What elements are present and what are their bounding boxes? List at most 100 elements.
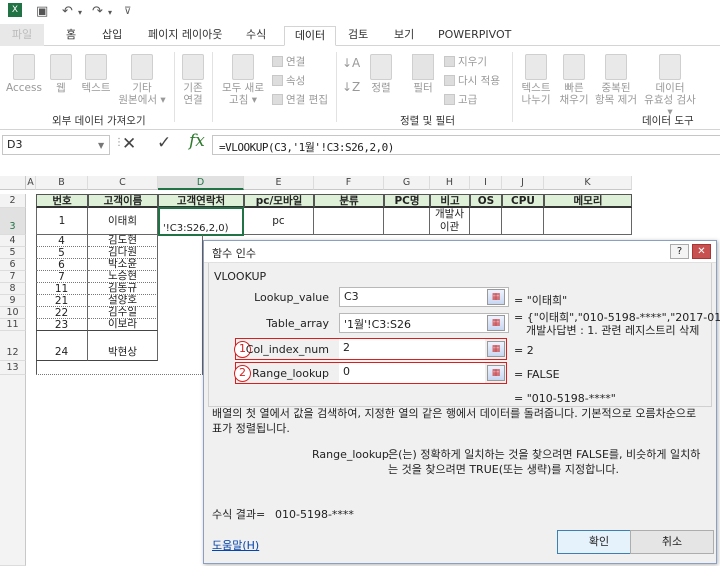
- sort-button[interactable]: 정렬: [366, 54, 396, 94]
- text-to-columns-button[interactable]: 텍스트 나누기: [516, 54, 556, 106]
- column-header-f[interactable]: F: [314, 176, 384, 190]
- tab-formulas[interactable]: 수식: [240, 26, 272, 46]
- cell-name[interactable]: 이보라: [88, 317, 158, 331]
- cell-h3[interactable]: 개발사 이관: [430, 208, 470, 235]
- header-cell-os[interactable]: OS: [470, 194, 502, 208]
- tab-review[interactable]: 검토: [342, 26, 374, 46]
- formula-input[interactable]: =VLOOKUP(C3,'1월'!C3:S26,2,0): [212, 135, 720, 155]
- column-header-h[interactable]: H: [430, 176, 470, 190]
- data-validation-button[interactable]: 데이터 유효성 검사 ▾: [640, 54, 700, 118]
- access-button[interactable]: Access: [6, 54, 42, 94]
- row-header-7[interactable]: 7: [0, 271, 26, 283]
- cell-f3[interactable]: [314, 208, 384, 235]
- name-box-dropdown-icon[interactable]: ▼: [98, 141, 104, 150]
- help-link[interactable]: 도움말(H): [212, 537, 259, 553]
- range-lookup-input[interactable]: 0: [339, 363, 485, 383]
- header-cell-category[interactable]: 분류: [314, 194, 384, 208]
- close-icon[interactable]: ✕: [692, 244, 711, 259]
- column-header-e[interactable]: E: [244, 176, 314, 190]
- cancel-icon[interactable]: ✕: [122, 134, 136, 154]
- cell-e3[interactable]: pc: [244, 208, 314, 235]
- header-cell-device[interactable]: pc/모바일: [244, 194, 314, 208]
- ok-button[interactable]: 확인: [557, 530, 641, 554]
- customize-qat-icon[interactable]: ⊽: [124, 6, 131, 17]
- collapse-dialog-icon[interactable]: ▦: [487, 341, 505, 357]
- cell-c3[interactable]: 이태희: [88, 208, 158, 235]
- insert-function-icon[interactable]: fx: [189, 131, 205, 151]
- collapse-dialog-icon[interactable]: ▦: [487, 315, 505, 331]
- reapply-button[interactable]: 다시 적용: [444, 73, 500, 88]
- row-header-8[interactable]: 8: [0, 283, 26, 295]
- cell-g3[interactable]: [384, 208, 430, 235]
- row-header-9[interactable]: 9: [0, 295, 26, 307]
- column-header-j[interactable]: J: [502, 176, 544, 190]
- cell-num[interactable]: 11: [36, 283, 88, 295]
- sort-asc-icon[interactable]: ↓A: [342, 56, 360, 70]
- cell-num[interactable]: 6: [36, 259, 88, 271]
- cell-b3[interactable]: 1: [36, 208, 88, 235]
- enter-icon[interactable]: ✓: [157, 133, 171, 153]
- table-array-input[interactable]: '1월'!C3:S26: [339, 313, 509, 333]
- clear-button[interactable]: 지우기: [444, 54, 487, 69]
- tab-view[interactable]: 보기: [388, 26, 420, 46]
- header-cell-note[interactable]: 비고: [430, 194, 470, 208]
- tab-file[interactable]: 파일: [0, 24, 44, 46]
- header-cell-name[interactable]: 고객이름: [88, 194, 158, 208]
- header-cell-memory[interactable]: 메모리: [544, 194, 632, 208]
- header-cell-pcname[interactable]: PC명: [384, 194, 430, 208]
- row-header-10[interactable]: 10: [0, 307, 26, 319]
- name-box[interactable]: D3: [2, 135, 110, 155]
- tab-page-layout[interactable]: 페이지 레이아웃: [142, 26, 228, 46]
- cell-i3[interactable]: [470, 208, 502, 235]
- cell-name[interactable]: 박현상: [88, 331, 158, 361]
- other-sources-button[interactable]: 기타 원본에서 ▾: [114, 54, 170, 106]
- redo-dropdown-icon[interactable]: ▾: [108, 8, 112, 17]
- column-header-g[interactable]: G: [384, 176, 430, 190]
- header-cell-cpu[interactable]: CPU: [502, 194, 544, 208]
- collapse-dialog-icon[interactable]: ▦: [487, 365, 505, 381]
- cell-num[interactable]: 21: [36, 295, 88, 307]
- lookup-value-input[interactable]: C3: [339, 287, 509, 307]
- row-header-2[interactable]: 2: [0, 194, 26, 208]
- tab-powerpivot[interactable]: POWERPIVOT: [432, 26, 517, 46]
- text-button[interactable]: 텍스트: [78, 54, 114, 94]
- cell-num[interactable]: 22: [36, 307, 88, 319]
- cell-num[interactable]: 7: [36, 271, 88, 283]
- header-cell-num[interactable]: 번호: [36, 194, 88, 208]
- column-header-i[interactable]: I: [470, 176, 502, 190]
- cancel-button[interactable]: 취소: [630, 530, 714, 554]
- sort-desc-icon[interactable]: ↓Z: [342, 80, 360, 94]
- column-header-c[interactable]: C: [88, 176, 158, 190]
- row-header-13[interactable]: 13: [0, 361, 26, 375]
- cell-num[interactable]: 5: [36, 247, 88, 259]
- cell-num[interactable]: 4: [36, 235, 88, 247]
- redo-icon[interactable]: ↷: [92, 4, 103, 19]
- existing-connections-button[interactable]: 기존 연결: [178, 54, 208, 106]
- undo-dropdown-icon[interactable]: ▾: [78, 8, 82, 17]
- cell-num[interactable]: 23: [36, 319, 88, 331]
- cell-d3-active[interactable]: '!C3:S26,2,0): [158, 207, 244, 236]
- row-header-6[interactable]: 6: [0, 259, 26, 271]
- undo-icon[interactable]: ↶: [62, 4, 73, 19]
- select-all-corner[interactable]: [0, 176, 26, 190]
- tab-home[interactable]: 홈: [60, 26, 82, 46]
- cell-k3[interactable]: [544, 208, 632, 235]
- column-header-b[interactable]: B: [36, 176, 88, 190]
- row-header-11[interactable]: 11: [0, 319, 26, 331]
- col-index-num-input[interactable]: 2: [339, 339, 485, 359]
- header-cell-contact[interactable]: 고객연락처: [158, 194, 244, 208]
- row-header-5[interactable]: 5: [0, 247, 26, 259]
- row-header-3[interactable]: 3: [0, 208, 26, 235]
- row-header-12[interactable]: 12: [0, 331, 26, 361]
- properties-button[interactable]: 속성: [272, 73, 305, 88]
- cell-num[interactable]: 24: [36, 331, 88, 361]
- advanced-button[interactable]: 고급: [444, 92, 477, 107]
- web-button[interactable]: 웹: [46, 54, 76, 94]
- row-header-4[interactable]: 4: [0, 235, 26, 247]
- refresh-all-button[interactable]: 모두 새로 고침 ▾: [214, 54, 272, 106]
- column-header-d[interactable]: D: [158, 176, 244, 190]
- collapse-dialog-icon[interactable]: ▦: [487, 289, 505, 305]
- filter-button[interactable]: 필터: [408, 54, 438, 94]
- remove-duplicates-button[interactable]: 중복된 항목 제거: [594, 54, 638, 106]
- help-question-button[interactable]: ?: [670, 244, 689, 259]
